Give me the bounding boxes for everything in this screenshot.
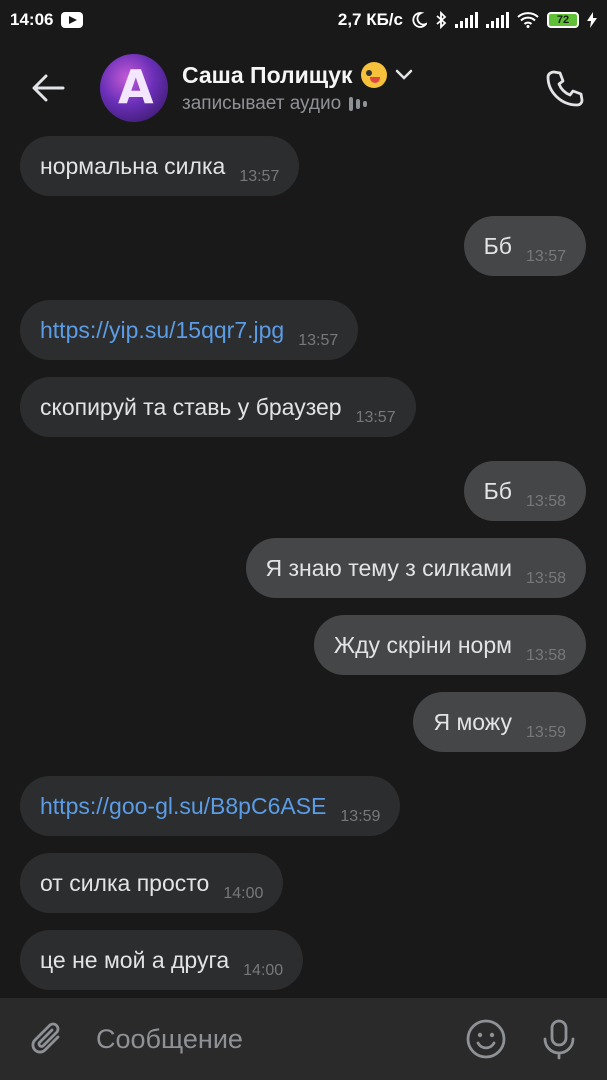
phone-icon — [546, 70, 584, 107]
message-link[interactable]: https://yip.su/15qqr7.jpg — [40, 317, 284, 344]
message-link[interactable]: https://goo-gl.su/B8pC6ASE — [40, 793, 326, 820]
contact-name: Саша Полищук — [182, 61, 353, 88]
contact-info[interactable]: Саша Полищук записывает аудио — [182, 62, 413, 115]
message-bubble[interactable]: https://yip.su/15qqr7.jpg 13:57 — [20, 300, 359, 360]
message-bubble[interactable]: це не мой а друга 14:00 — [20, 930, 304, 990]
message-text: Я можу — [433, 708, 512, 735]
audio-wave-icon — [349, 96, 368, 111]
message-bubble[interactable]: Я знаю тему з силками 13:58 — [245, 538, 586, 598]
message-bubble[interactable]: скопируй та ставь у браузер 13:57 — [20, 377, 416, 437]
battery-icon: 72 — [547, 12, 579, 28]
message-text: Жду скріни норм — [333, 631, 512, 658]
message-time: 14:00 — [223, 885, 264, 902]
message-time: 13:58 — [525, 647, 566, 664]
arrow-left-icon — [32, 74, 65, 102]
message-bubble[interactable]: от силка просто 14:00 — [20, 853, 284, 913]
call-button[interactable] — [545, 68, 585, 108]
message-time: 13:59 — [525, 724, 566, 741]
youtube-icon — [61, 12, 84, 28]
message-time: 13:59 — [340, 808, 381, 825]
message-text: скопируй та ставь у браузер — [40, 393, 342, 420]
voice-record-button[interactable] — [541, 1018, 577, 1060]
message-bubble[interactable]: Бб 13:58 — [463, 461, 586, 521]
message-bubble[interactable]: нормальна силка 13:57 — [20, 136, 300, 196]
message-time: 13:57 — [239, 168, 280, 185]
message-list[interactable]: нормальна силка 13:57 Бб 13:57 https://y… — [0, 136, 607, 998]
wifi-icon — [517, 12, 539, 28]
message-bubble[interactable]: Я можу 13:59 — [413, 692, 586, 752]
microphone-icon — [543, 1019, 575, 1060]
smile-icon — [466, 1019, 506, 1059]
message-time: 13:57 — [355, 409, 396, 426]
message-text: от силка просто — [40, 869, 210, 896]
chat-header: Саша Полищук записывает аудио — [0, 40, 607, 136]
composer-bar: Сообщение — [0, 998, 607, 1080]
status-bar: 14:06 2,7 КБ/с 72 — [0, 0, 607, 40]
message-bubble[interactable]: Бб 13:57 — [463, 216, 586, 276]
message-text: це не мой а друга — [40, 946, 230, 973]
message-text: Я знаю тему з силками — [265, 554, 512, 581]
attach-button[interactable] — [28, 1019, 68, 1059]
chevron-down-icon — [395, 69, 412, 80]
moon-icon — [412, 12, 427, 28]
message-text: Бб — [483, 477, 512, 504]
message-time: 13:57 — [525, 248, 566, 265]
emoji-button[interactable] — [465, 1018, 507, 1060]
back-button[interactable] — [18, 58, 78, 118]
paperclip-icon — [31, 1022, 60, 1054]
avatar[interactable] — [100, 54, 168, 122]
message-time: 13:58 — [525, 493, 566, 510]
message-input[interactable]: Сообщение — [96, 1024, 465, 1055]
charging-icon — [587, 12, 597, 28]
message-bubble[interactable]: Жду скріни норм 13:58 — [313, 615, 586, 675]
message-time: 13:57 — [298, 332, 339, 349]
message-time: 13:58 — [525, 570, 566, 587]
signal-icon — [455, 12, 478, 28]
status-time: 14:06 — [10, 10, 54, 29]
message-text: нормальна силка — [40, 152, 226, 179]
message-bubble[interactable]: https://goo-gl.su/B8pC6ASE 13:59 — [20, 776, 401, 836]
message-time: 14:00 — [243, 962, 284, 979]
message-text: Бб — [483, 232, 512, 259]
contact-status: записывает аудио — [182, 92, 342, 114]
signal-icon — [486, 12, 509, 28]
network-speed: 2,7 КБ/с — [337, 10, 403, 29]
zany-face-emoji-icon — [360, 62, 387, 88]
bluetooth-icon — [436, 11, 447, 29]
